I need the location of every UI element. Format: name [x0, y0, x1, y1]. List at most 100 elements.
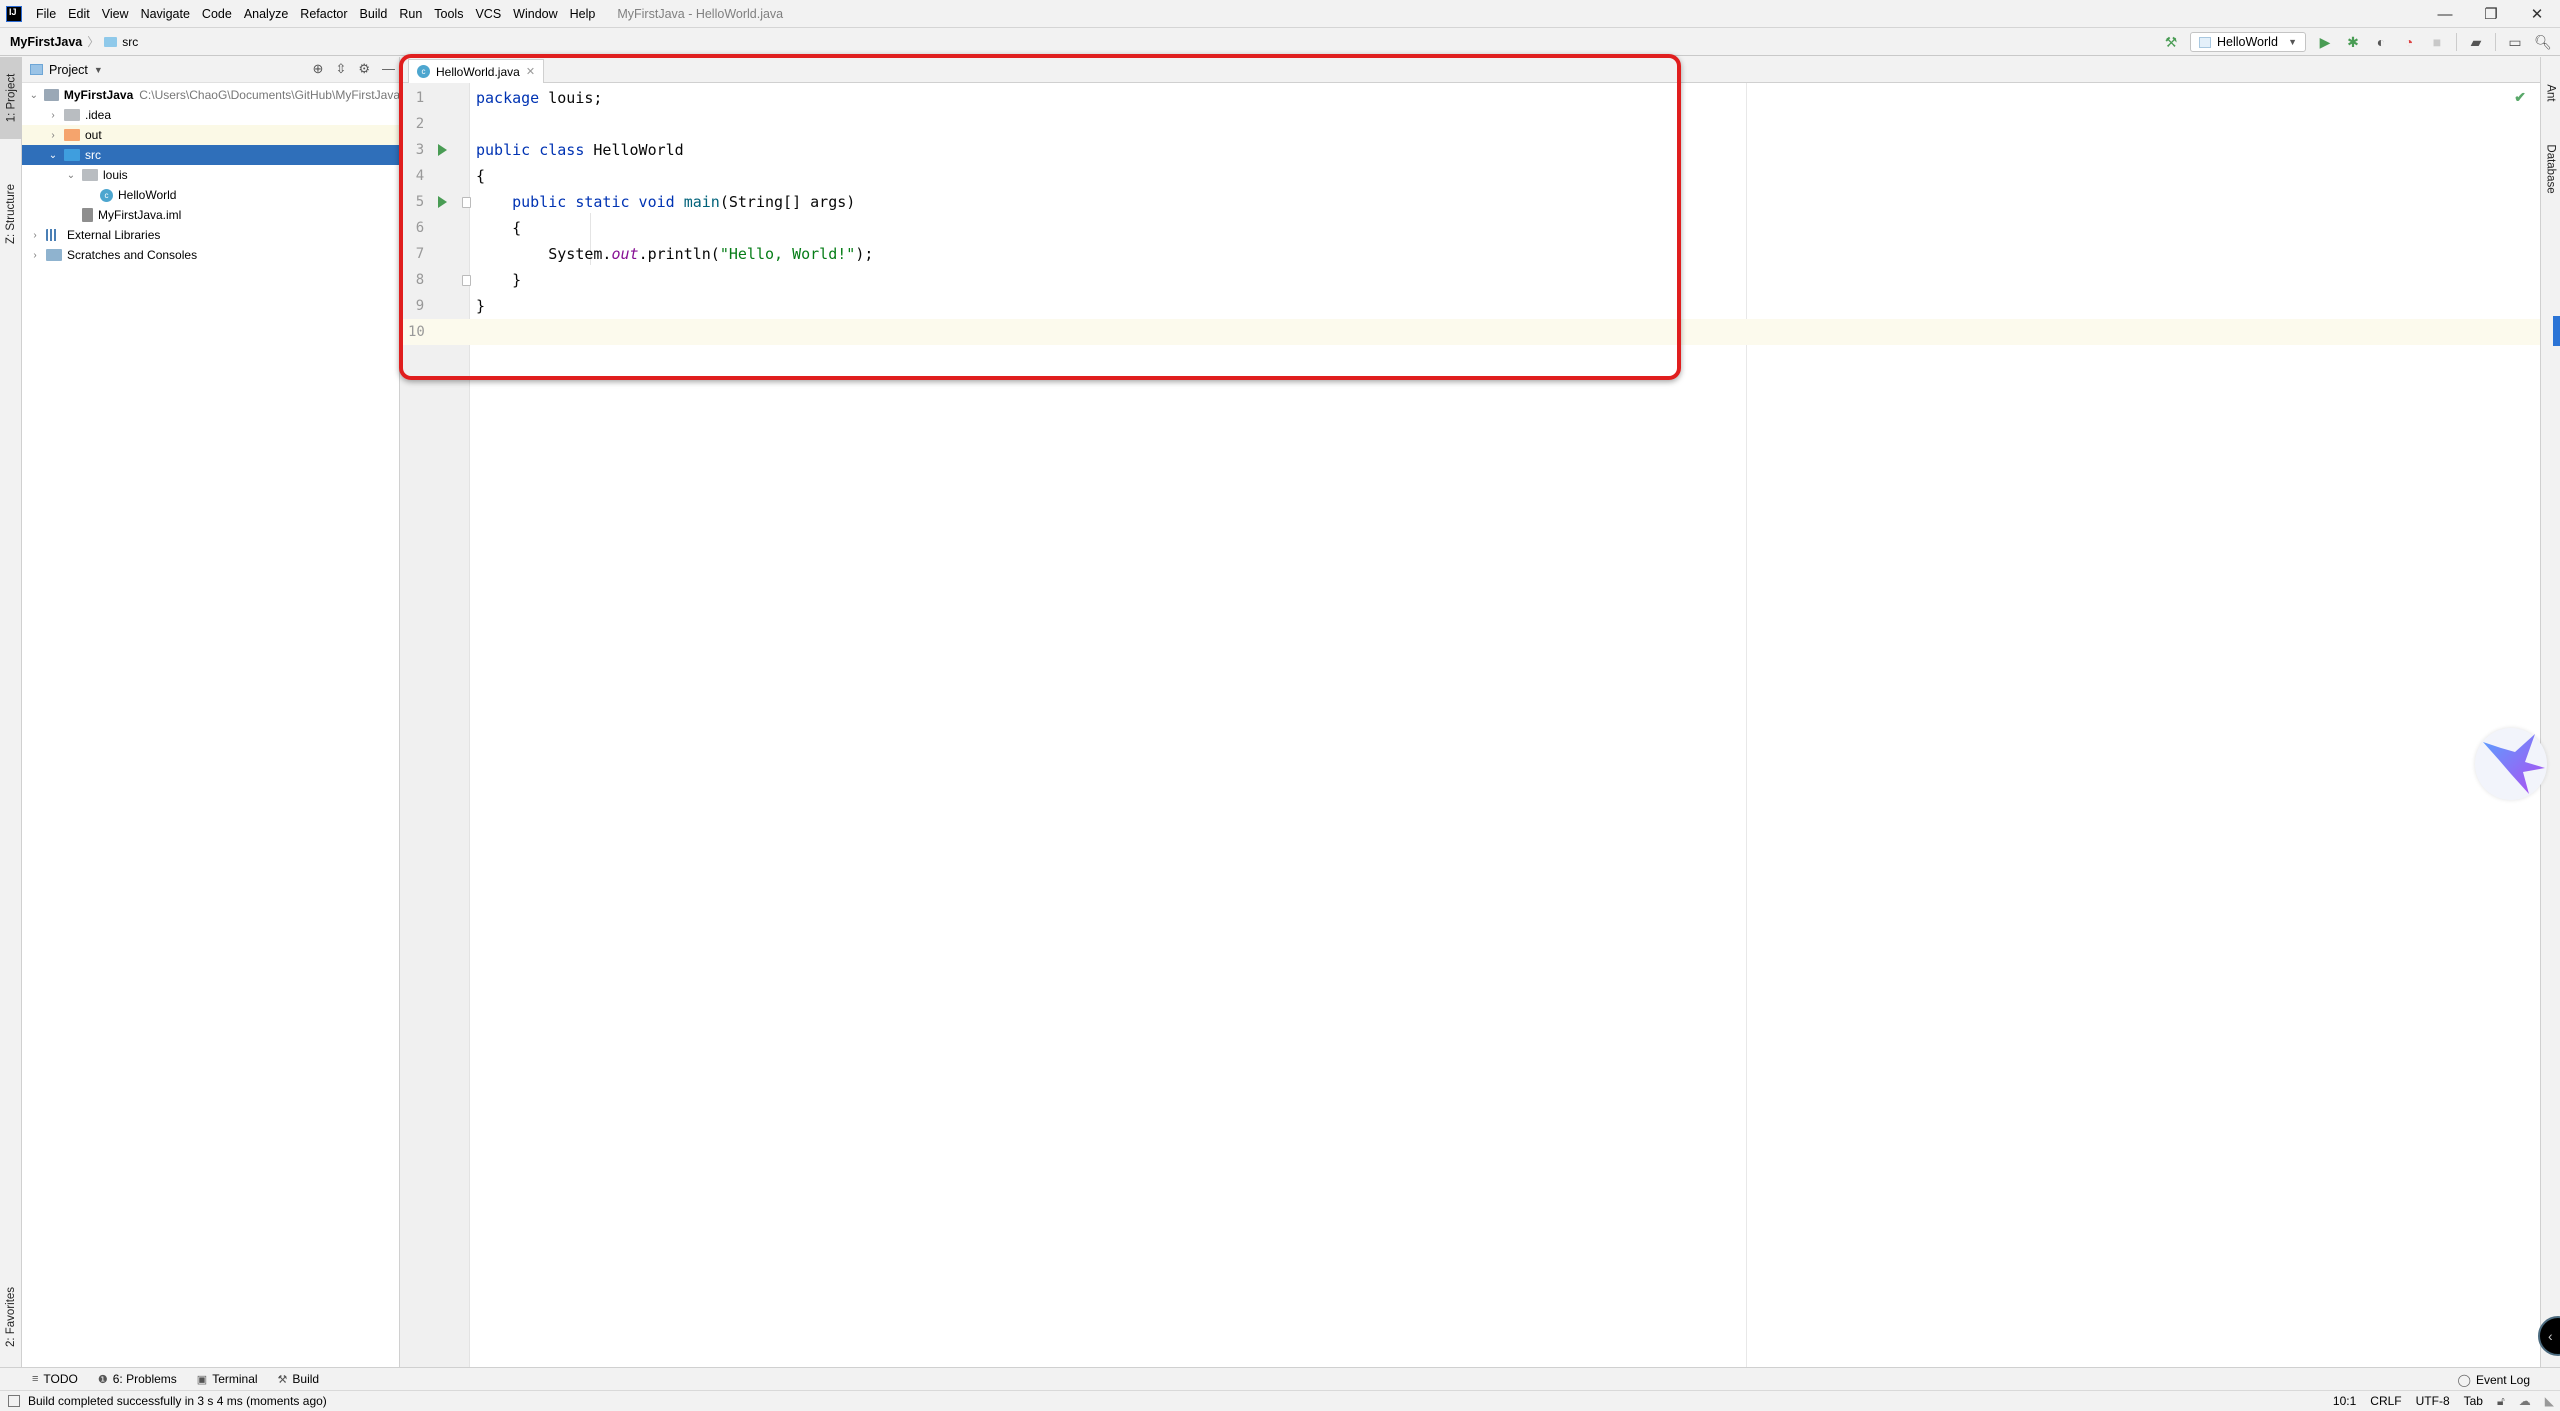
- chevron-right-icon[interactable]: ›: [46, 130, 60, 141]
- inspection-icon[interactable]: ☁: [2519, 1394, 2531, 1408]
- minimize-button[interactable]: —: [2422, 0, 2468, 28]
- close-button[interactable]: ✕: [2514, 0, 2560, 28]
- editor-tab[interactable]: c HelloWorld.java ✕: [408, 59, 545, 83]
- memory-indicator-icon[interactable]: ◣: [2545, 1394, 2554, 1408]
- run-icon[interactable]: ▶: [2316, 33, 2334, 51]
- code-line[interactable]: }: [470, 267, 2540, 293]
- file-encoding[interactable]: UTF-8: [2416, 1394, 2450, 1408]
- toolbar-divider: [2495, 33, 2496, 51]
- code-token: }: [476, 297, 486, 315]
- restore-button[interactable]: ❐: [2468, 0, 2514, 28]
- run-config-label: HelloWorld: [2217, 35, 2278, 49]
- tree-item[interactable]: ⌄ src: [22, 145, 400, 165]
- code-token: out: [611, 245, 639, 263]
- chevron-right-icon[interactable]: ›: [28, 230, 42, 241]
- indent-setting[interactable]: Tab: [2464, 1394, 2483, 1408]
- code-line[interactable]: [470, 111, 2540, 137]
- menu-refactor[interactable]: Refactor: [294, 7, 353, 21]
- menu-edit[interactable]: Edit: [62, 7, 96, 21]
- code-line[interactable]: [470, 319, 2540, 345]
- chevron-down-icon[interactable]: ⌄: [46, 150, 60, 161]
- tool-tab-favorites[interactable]: 2: Favorites: [0, 1267, 22, 1367]
- hide-icon[interactable]: —: [382, 61, 395, 77]
- tree-item[interactable]: › Scratches and Consoles: [22, 245, 400, 265]
- tool-tab-project[interactable]: 1: Project: [0, 57, 22, 139]
- menu-help[interactable]: Help: [564, 7, 602, 21]
- tree-item[interactable]: ⌄ louis: [22, 165, 400, 185]
- tree-item-label: HelloWorld: [118, 188, 177, 202]
- project-structure-icon[interactable]: ▰: [2467, 33, 2485, 51]
- search-icon[interactable]: 🔍︎: [2534, 33, 2552, 51]
- tree-item[interactable]: › .idea: [22, 105, 400, 125]
- menu-navigate[interactable]: Navigate: [135, 7, 196, 21]
- breadcrumb-project[interactable]: MyFirstJava: [10, 35, 82, 49]
- tool-window-problems[interactable]: ❶ 6: Problems: [98, 1372, 177, 1386]
- line-separator[interactable]: CRLF: [2370, 1394, 2401, 1408]
- code-line[interactable]: public static void main(String[] args): [470, 189, 2540, 215]
- locate-icon[interactable]: ⊕: [313, 61, 324, 77]
- event-log-icon: ◯: [2457, 1372, 2471, 1387]
- menu-tools[interactable]: Tools: [428, 7, 469, 21]
- tree-item[interactable]: MyFirstJava.iml: [22, 205, 400, 225]
- menu-window[interactable]: Window: [507, 7, 563, 21]
- tool-tab-ant[interactable]: Ant: [2541, 63, 2560, 123]
- gear-icon[interactable]: ⚙: [358, 61, 370, 77]
- project-view-selector[interactable]: Project: [49, 63, 88, 77]
- chevron-down-icon[interactable]: ⌄: [64, 170, 78, 181]
- tool-tab-structure[interactable]: Z: Structure: [0, 149, 22, 279]
- tree-item[interactable]: c HelloWorld: [22, 185, 400, 205]
- breadcrumb-src[interactable]: src: [122, 35, 138, 49]
- run-configuration-select[interactable]: HelloWorld ▼: [2190, 32, 2306, 52]
- code-area[interactable]: ✔ package louis; public class HelloWorld{…: [470, 83, 2540, 1367]
- menu-vcs[interactable]: VCS: [469, 7, 507, 21]
- code-token: }: [476, 271, 522, 289]
- chevron-right-icon[interactable]: ›: [28, 250, 42, 261]
- chevron-down-icon[interactable]: ⌄: [27, 90, 40, 101]
- chevron-right-icon[interactable]: ›: [46, 110, 60, 121]
- intellij-logo-icon: IJ: [6, 5, 22, 22]
- tool-tab-database[interactable]: Database: [2541, 119, 2560, 219]
- debug-icon[interactable]: ✱: [2344, 33, 2362, 51]
- stop-icon[interactable]: ■: [2428, 33, 2446, 51]
- scrollbar-marker[interactable]: [2553, 316, 2560, 346]
- menu-code[interactable]: Code: [196, 7, 238, 21]
- tool-window-terminal[interactable]: ▣ Terminal: [197, 1372, 258, 1386]
- tree-item[interactable]: › External Libraries: [22, 225, 400, 245]
- coverage-icon[interactable]: ◐: [2372, 33, 2390, 51]
- code-line[interactable]: public class HelloWorld: [470, 137, 2540, 163]
- profiler-icon[interactable]: ◔: [2400, 33, 2418, 51]
- hummingbird-widget[interactable]: [2475, 728, 2547, 800]
- tree-item[interactable]: › out: [22, 125, 400, 145]
- menu-file[interactable]: File: [30, 7, 62, 21]
- chevron-down-icon[interactable]: ▼: [94, 65, 103, 75]
- code-line[interactable]: }: [470, 293, 2540, 319]
- caret-position[interactable]: 10:1: [2333, 1394, 2356, 1408]
- menu-build[interactable]: Build: [354, 7, 394, 21]
- code-line[interactable]: System.out.println("Hello, World!");: [470, 241, 2540, 267]
- status-message[interactable]: Build completed successfully in 3 s 4 ms…: [28, 1394, 327, 1408]
- code-line[interactable]: package louis;: [470, 85, 2540, 111]
- presentation-icon[interactable]: ▭: [2506, 33, 2524, 51]
- menu-run[interactable]: Run: [393, 7, 428, 21]
- menu-analyze[interactable]: Analyze: [238, 7, 294, 21]
- tool-window-build[interactable]: ⚒ Build: [278, 1372, 320, 1386]
- code-line[interactable]: {: [470, 215, 2540, 241]
- gutter-run-icon[interactable]: [438, 144, 447, 156]
- build-hammer-icon[interactable]: ⚒: [2162, 33, 2180, 51]
- menu-view[interactable]: View: [96, 7, 135, 21]
- tree-item[interactable]: ⌄ MyFirstJava C:\Users\ChaoG\Documents\Git…: [22, 85, 400, 105]
- close-tab-icon[interactable]: ✕: [526, 65, 535, 78]
- build-icon: ⚒: [277, 1373, 288, 1386]
- gutter-run-icon[interactable]: [438, 196, 447, 208]
- line-number: 2: [415, 116, 425, 132]
- tool-window-todo[interactable]: ≡ TODO: [32, 1372, 78, 1386]
- event-log-button[interactable]: ◯ Event Log: [2458, 1368, 2530, 1391]
- collapse-all-icon[interactable]: ⇳: [335, 61, 346, 77]
- line-number: 8: [415, 272, 425, 288]
- code-token: "Hello, World!": [719, 245, 856, 263]
- tool-window-label: Terminal: [212, 1372, 258, 1386]
- tool-windows-toggle-icon[interactable]: [8, 1394, 20, 1407]
- lock-icon[interactable]: 🔓︎: [2497, 1394, 2505, 1409]
- code-line[interactable]: {: [470, 163, 2540, 189]
- editor-gutter[interactable]: 1 2 3 4 5 6 7 8 9 10: [400, 83, 471, 1367]
